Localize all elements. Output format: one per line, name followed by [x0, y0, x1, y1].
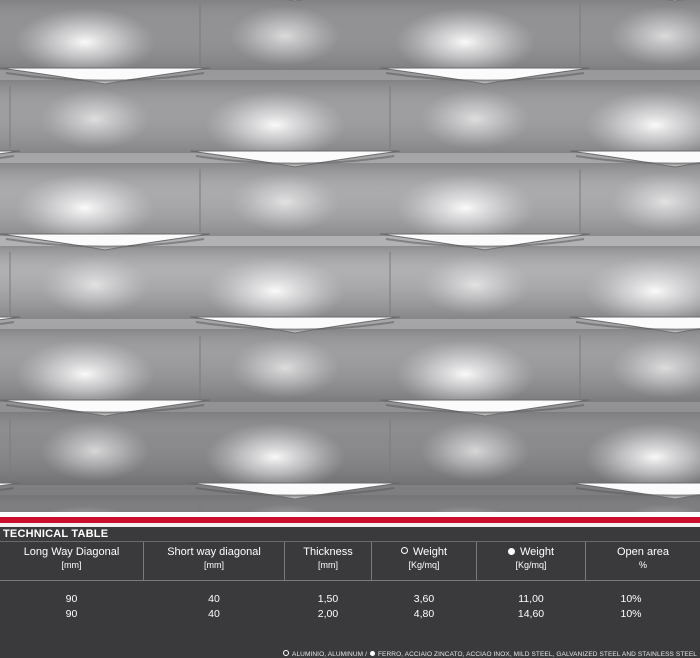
table-cell: 11,00 — [518, 593, 544, 605]
mesh-highlight — [230, 172, 340, 232]
table-cell: 90 — [65, 593, 78, 605]
table-title: TECHNICAL TABLE — [3, 528, 109, 540]
table-cell: 90 — [65, 608, 78, 620]
header-unit: [mm] — [61, 560, 82, 570]
header-label: Weight — [412, 546, 448, 558]
header-label: Long Way Diagonal — [23, 546, 120, 558]
filled-circle-icon — [507, 548, 515, 555]
filled-circle-icon — [369, 651, 375, 656]
table-cell: 3,60 — [413, 593, 435, 605]
header-unit: [mm] — [318, 560, 338, 570]
mesh-highlight — [40, 89, 150, 149]
header-unit: [mm] — [204, 560, 224, 570]
mesh-highlight — [420, 89, 530, 149]
mesh-highlight — [15, 8, 155, 76]
mesh-highlight — [230, 6, 340, 66]
header-unit: [Kg/mq] — [408, 560, 440, 570]
header-rule — [0, 580, 700, 581]
header-unit: [Kg/mq] — [515, 560, 547, 570]
table-cell: 4,80 — [413, 608, 435, 620]
title-rule — [0, 541, 700, 542]
legend-steel: FERRO, ACCIAIO ZINCATO, ACCIAO INOX, MIL… — [377, 651, 697, 658]
hollow-circle-icon — [400, 547, 408, 554]
mesh-highlight — [205, 423, 345, 491]
table-cell: 10% — [620, 593, 642, 605]
table-cell: 10% — [620, 608, 642, 620]
table-cell: 1,50 — [317, 593, 339, 605]
header-unit: % — [638, 560, 647, 570]
header-label: Thickness — [303, 546, 353, 558]
mesh-highlight — [395, 8, 535, 76]
mesh-highlight — [40, 421, 150, 481]
legend-aluminum: ALUMINIO, ALUMINUM / — [292, 651, 367, 658]
mesh-highlight — [205, 257, 345, 325]
table-cell: 14,60 — [517, 608, 545, 620]
expanded-metal-mesh-photo — [0, 0, 700, 512]
mesh-highlight — [420, 255, 530, 315]
material-legend: ALUMINIO, ALUMINUM / FERRO, ACCIAIO ZINCA… — [283, 650, 697, 658]
header-label: Weight — [519, 546, 555, 558]
mesh-highlight — [420, 421, 530, 481]
mesh-highlight — [230, 338, 340, 398]
table-cell: 2,00 — [317, 608, 339, 620]
header-label: Short way diagonal — [167, 546, 261, 558]
technical-table: TECHNICAL TABLE Long Way Diagonal [mm] S… — [0, 527, 700, 658]
mesh-highlight — [15, 174, 155, 242]
mesh-highlight — [15, 340, 155, 408]
table-cell: 40 — [208, 608, 220, 620]
hollow-circle-icon — [283, 650, 290, 656]
mesh-highlight — [40, 255, 150, 315]
header-label: Open area — [617, 546, 669, 558]
mesh-highlight — [205, 91, 345, 159]
table-cell: 40 — [208, 593, 220, 605]
mesh-highlight — [395, 340, 535, 408]
mesh-highlight — [395, 174, 535, 242]
